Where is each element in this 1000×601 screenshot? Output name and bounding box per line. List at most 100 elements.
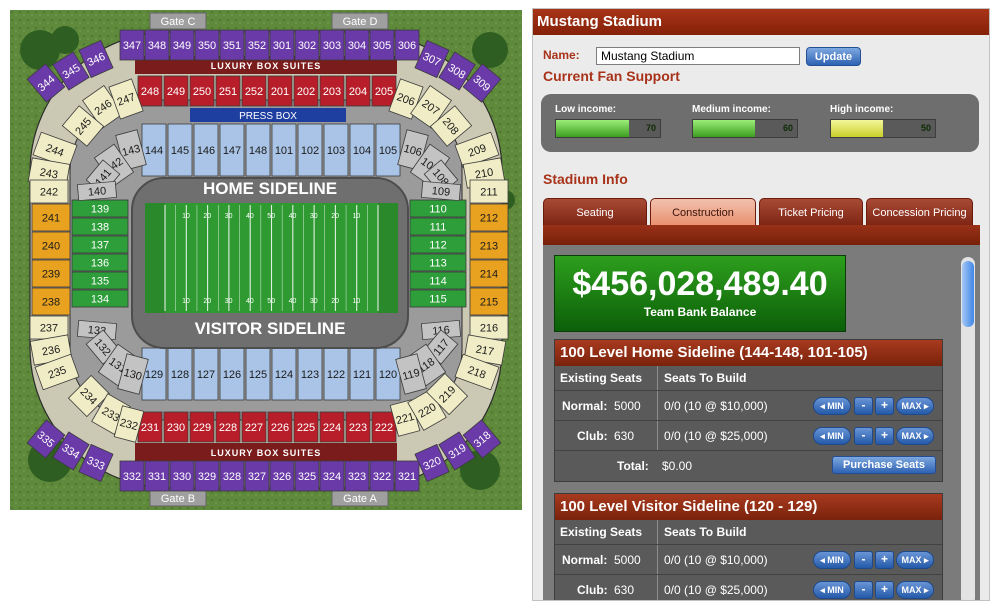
seat-section-105[interactable]: 105 — [375, 123, 401, 177]
minus-button[interactable]: - — [854, 581, 873, 599]
min-button[interactable]: ◂ MIN — [813, 427, 851, 445]
seat-section-147[interactable]: 147 — [219, 123, 245, 177]
seat-section-201[interactable]: 201 — [267, 75, 293, 107]
update-button[interactable]: Update — [806, 47, 861, 66]
seat-section-248[interactable]: 248 — [137, 75, 163, 107]
seat-section-229[interactable]: 229 — [189, 411, 215, 443]
seat-section-250[interactable]: 250 — [189, 75, 215, 107]
max-button[interactable]: MAX ▸ — [896, 397, 934, 415]
seat-section-306[interactable]: 306 — [394, 29, 420, 61]
seat-section-111[interactable]: 111 — [409, 217, 467, 236]
seat-section-129[interactable]: 129 — [141, 347, 167, 401]
seat-section-326[interactable]: 326 — [269, 460, 295, 492]
seat-section-222[interactable]: 222 — [371, 411, 397, 443]
seat-section-251[interactable]: 251 — [215, 75, 241, 107]
seat-section-110[interactable]: 110 — [409, 199, 467, 218]
max-button[interactable]: MAX ▸ — [896, 551, 934, 569]
seat-section-240[interactable]: 240 — [31, 231, 71, 260]
seat-section-102[interactable]: 102 — [297, 123, 323, 177]
seat-section-228[interactable]: 228 — [215, 411, 241, 443]
seat-section-103[interactable]: 103 — [323, 123, 349, 177]
seat-section-301[interactable]: 301 — [269, 29, 295, 61]
seat-section-202[interactable]: 202 — [293, 75, 319, 107]
stadium-seating-map[interactable]: Gate C Gate D Gate B Gate A LUXURY BOX SUIT… — [10, 10, 522, 510]
seat-section-112[interactable]: 112 — [409, 235, 467, 254]
tab-construction[interactable]: Construction — [650, 198, 756, 226]
seat-section-203[interactable]: 203 — [319, 75, 345, 107]
seat-section-349[interactable]: 349 — [169, 29, 195, 61]
seat-section-109[interactable]: 109 — [420, 180, 462, 202]
stadium-name-input[interactable] — [596, 47, 800, 65]
seat-section-136[interactable]: 136 — [71, 253, 129, 272]
seat-section-140[interactable]: 140 — [76, 180, 118, 202]
seat-section-224[interactable]: 224 — [319, 411, 345, 443]
seat-section-325[interactable]: 325 — [294, 460, 320, 492]
seat-section-239[interactable]: 239 — [31, 259, 71, 288]
minus-button[interactable]: - — [854, 551, 873, 569]
seat-section-225[interactable]: 225 — [293, 411, 319, 443]
minus-button[interactable]: - — [854, 397, 873, 415]
seat-section-351[interactable]: 351 — [219, 29, 245, 61]
seat-section-322[interactable]: 322 — [369, 460, 395, 492]
seat-section-230[interactable]: 230 — [163, 411, 189, 443]
seat-section-303[interactable]: 303 — [319, 29, 345, 61]
min-button[interactable]: ◂ MIN — [813, 551, 851, 569]
seat-section-137[interactable]: 137 — [71, 235, 129, 254]
max-button[interactable]: MAX ▸ — [896, 427, 934, 445]
min-button[interactable]: ◂ MIN — [813, 397, 851, 415]
purchase-seats-button[interactable]: Purchase Seats — [832, 456, 936, 474]
vertical-scrollbar[interactable] — [961, 257, 975, 600]
seat-section-148[interactable]: 148 — [245, 123, 271, 177]
seat-section-144[interactable]: 144 — [141, 123, 167, 177]
seat-section-145[interactable]: 145 — [167, 123, 193, 177]
seat-section-104[interactable]: 104 — [349, 123, 375, 177]
seat-section-332[interactable]: 332 — [119, 460, 145, 492]
seat-section-329[interactable]: 329 — [194, 460, 220, 492]
seat-section-113[interactable]: 113 — [409, 253, 467, 272]
max-button[interactable]: MAX ▸ — [896, 581, 934, 599]
seat-section-223[interactable]: 223 — [345, 411, 371, 443]
seat-section-146[interactable]: 146 — [193, 123, 219, 177]
min-button[interactable]: ◂ MIN — [813, 581, 851, 599]
seat-section-125[interactable]: 125 — [245, 347, 271, 401]
plus-button[interactable]: + — [875, 551, 894, 569]
seat-section-120[interactable]: 120 — [375, 347, 401, 401]
seat-section-115[interactable]: 115 — [409, 289, 467, 308]
seat-section-138[interactable]: 138 — [71, 217, 129, 236]
seat-section-226[interactable]: 226 — [267, 411, 293, 443]
seat-section-249[interactable]: 249 — [163, 75, 189, 107]
seat-section-134[interactable]: 134 — [71, 289, 129, 308]
seat-section-215[interactable]: 215 — [469, 287, 509, 316]
seat-section-321[interactable]: 321 — [394, 460, 420, 492]
seat-section-124[interactable]: 124 — [271, 347, 297, 401]
seat-section-305[interactable]: 305 — [369, 29, 395, 61]
tab-seating[interactable]: Seating — [543, 198, 647, 226]
seat-section-352[interactable]: 352 — [244, 29, 270, 61]
seat-section-238[interactable]: 238 — [31, 287, 71, 316]
seat-section-121[interactable]: 121 — [349, 347, 375, 401]
seat-section-126[interactable]: 126 — [219, 347, 245, 401]
seat-section-128[interactable]: 128 — [167, 347, 193, 401]
seat-section-123[interactable]: 123 — [297, 347, 323, 401]
seat-section-213[interactable]: 213 — [469, 231, 509, 260]
plus-button[interactable]: + — [875, 427, 894, 445]
seat-section-212[interactable]: 212 — [469, 203, 509, 232]
seat-section-114[interactable]: 114 — [409, 271, 467, 290]
seat-section-330[interactable]: 330 — [169, 460, 195, 492]
seat-section-324[interactable]: 324 — [319, 460, 345, 492]
seat-section-216[interactable]: 216 — [469, 315, 509, 340]
seat-section-127[interactable]: 127 — [193, 347, 219, 401]
seat-section-139[interactable]: 139 — [71, 199, 129, 218]
seat-section-331[interactable]: 331 — [144, 460, 170, 492]
seat-section-122[interactable]: 122 — [323, 347, 349, 401]
seat-section-323[interactable]: 323 — [344, 460, 370, 492]
seat-section-135[interactable]: 135 — [71, 271, 129, 290]
plus-button[interactable]: + — [875, 581, 894, 599]
seat-section-211[interactable]: 211 — [469, 179, 509, 204]
tab-ticket-pricing[interactable]: Ticket Pricing — [759, 198, 863, 226]
seat-section-350[interactable]: 350 — [194, 29, 220, 61]
seat-section-101[interactable]: 101 — [271, 123, 297, 177]
minus-button[interactable]: - — [854, 427, 873, 445]
seat-section-214[interactable]: 214 — [469, 259, 509, 288]
seat-section-227[interactable]: 227 — [241, 411, 267, 443]
